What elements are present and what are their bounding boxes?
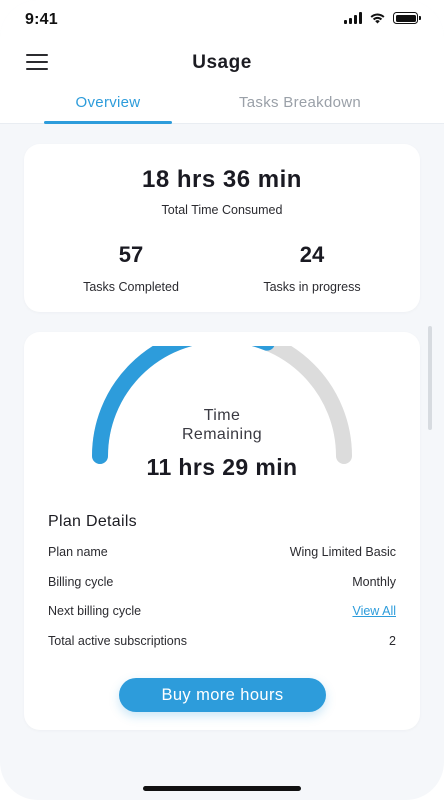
tab-tasks-breakdown[interactable]: Tasks Breakdown [210, 94, 390, 111]
plan-name-value: Wing Limited Basic [289, 545, 396, 559]
status-icons [344, 12, 421, 24]
active-subscriptions-key: Total active subscriptions [48, 634, 187, 648]
status-time: 9:41 [25, 11, 58, 28]
plan-name-key: Plan name [48, 545, 108, 559]
gauge-label: Time Remaining [24, 406, 420, 444]
time-remaining-value: 11 hrs 29 min [146, 454, 298, 480]
signal-icon [344, 12, 362, 24]
tasks-completed-value: 57 [118, 242, 144, 267]
plan-name-row: Plan name Wing Limited Basic [48, 545, 396, 565]
total-time-label: Total Time Consumed [161, 203, 283, 217]
wifi-icon [370, 13, 385, 24]
next-billing-row: Next billing cycle View All [48, 604, 396, 624]
buy-more-hours-button[interactable]: Buy more hours [119, 678, 326, 712]
plan-details-heading: Plan Details [48, 513, 137, 530]
usage-summary-card: 18 hrs 36 min Total Time Consumed 57 Tas… [24, 144, 420, 312]
total-time-value: 18 hrs 36 min [142, 166, 302, 193]
tasks-in-progress-value: 24 [299, 242, 325, 267]
active-subscriptions-row: Total active subscriptions 2 [48, 634, 396, 654]
battery-icon [393, 12, 421, 24]
tasks-completed-label: Tasks Completed [83, 280, 179, 294]
scrollbar[interactable] [428, 326, 432, 430]
status-bar: 9:41 [0, 0, 444, 40]
gauge-label-line2: Remaining [181, 426, 263, 443]
phone-screen: 9:41 Usage Overview Tasks Breakdown 18 h… [0, 0, 444, 800]
gauge-label-line1: Time [203, 407, 241, 424]
next-billing-key: Next billing cycle [48, 604, 142, 618]
view-all-link[interactable]: View All [352, 604, 396, 618]
billing-cycle-row: Billing cycle Monthly [48, 575, 396, 595]
time-remaining-card: Time Remaining 11 hrs 29 min Plan Detail… [24, 332, 420, 730]
billing-cycle-key: Billing cycle [48, 575, 114, 589]
active-tab-indicator [44, 121, 172, 124]
tasks-in-progress-label: Tasks in progress [263, 280, 361, 294]
billing-cycle-value: Monthly [352, 575, 396, 589]
tab-overview[interactable]: Overview [44, 94, 172, 111]
page-title: Usage [192, 52, 252, 73]
active-subscriptions-value: 2 [389, 634, 396, 648]
header: 9:41 Usage Overview Tasks Breakdown [0, 0, 444, 124]
home-indicator[interactable] [143, 786, 301, 791]
